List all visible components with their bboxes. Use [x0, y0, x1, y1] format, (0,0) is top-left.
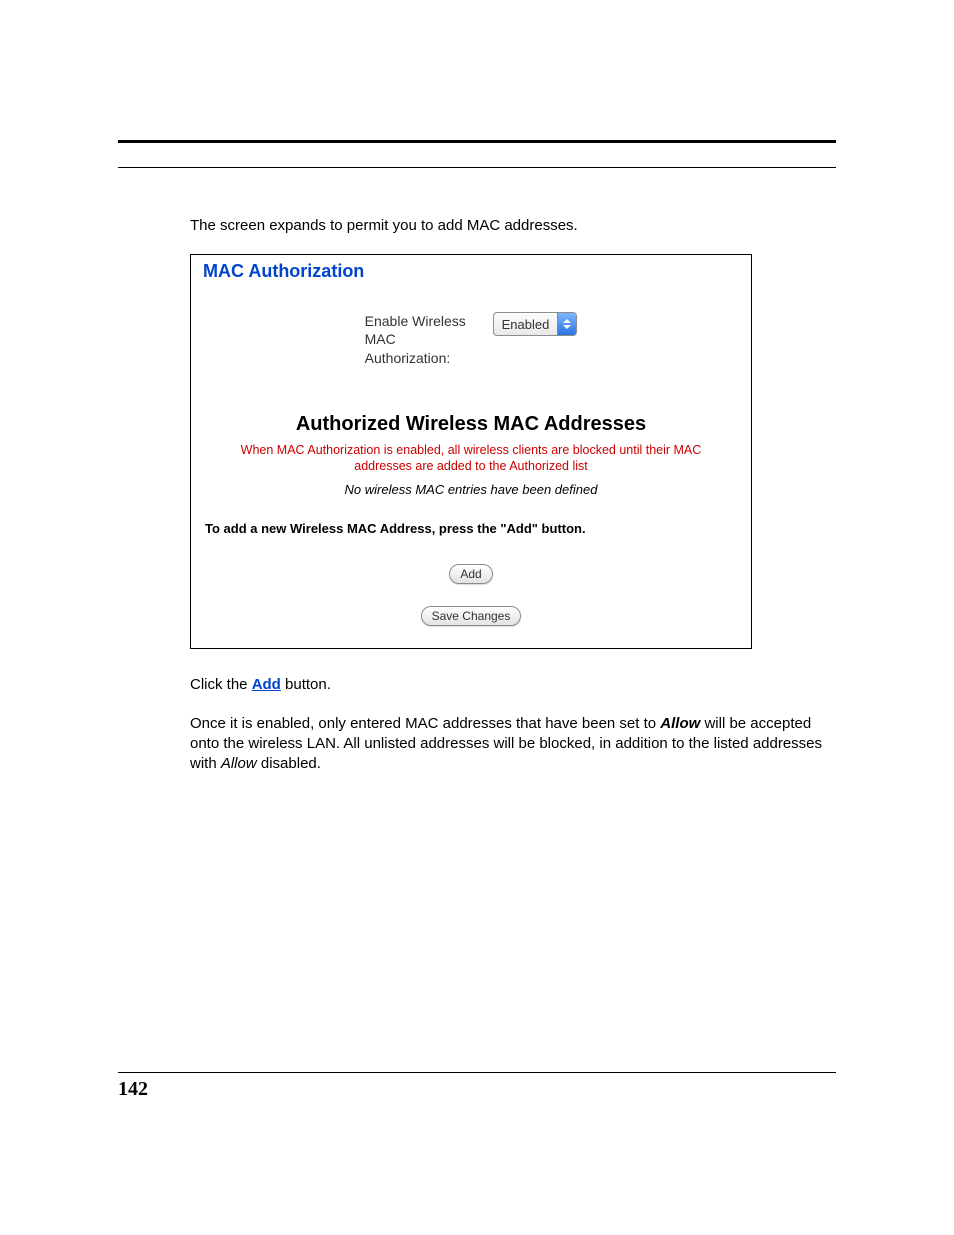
text: Click the: [190, 676, 252, 693]
click-add-paragraph: Click the Add button.: [190, 675, 826, 695]
text: button.: [281, 676, 331, 693]
intro-paragraph: The screen expands to permit you to add …: [190, 216, 826, 236]
document-page: The screen expands to permit you to add …: [0, 0, 954, 1235]
add-button[interactable]: Add: [449, 564, 492, 584]
save-button-row: Save Changes: [201, 606, 741, 626]
allow-term: Allow: [660, 715, 700, 732]
add-link[interactable]: Add: [252, 676, 281, 693]
warning-text: When MAC Authorization is enabled, all w…: [211, 442, 731, 475]
header-rule-thin: [118, 167, 836, 168]
allow-term: Allow: [221, 755, 257, 772]
empty-list-note: No wireless MAC entries have been define…: [201, 482, 741, 497]
enable-select[interactable]: Enabled: [493, 312, 578, 336]
add-instruction: To add a new Wireless MAC Address, press…: [205, 521, 737, 536]
footer-area: [118, 1072, 836, 1073]
text: Once it is enabled, only entered MAC add…: [190, 715, 660, 732]
enable-row: Enable Wireless MAC Authorization: Enabl…: [201, 312, 741, 367]
panel-title: MAC Authorization: [203, 261, 741, 282]
select-stepper-icon: [557, 313, 576, 335]
authorized-heading: Authorized Wireless MAC Addresses: [201, 413, 741, 436]
enable-label: Enable Wireless MAC Authorization:: [365, 312, 475, 367]
footer-rule: [118, 1072, 836, 1073]
page-number: 142: [118, 1078, 148, 1101]
header-rule-thick: [118, 140, 836, 143]
text: disabled.: [257, 755, 321, 772]
save-changes-button[interactable]: Save Changes: [421, 606, 522, 626]
add-button-row: Add: [201, 564, 741, 584]
mac-authorization-panel: MAC Authorization Enable Wireless MAC Au…: [190, 254, 752, 649]
enable-select-value: Enabled: [494, 317, 558, 332]
allow-explainer-paragraph: Once it is enabled, only entered MAC add…: [190, 714, 826, 775]
